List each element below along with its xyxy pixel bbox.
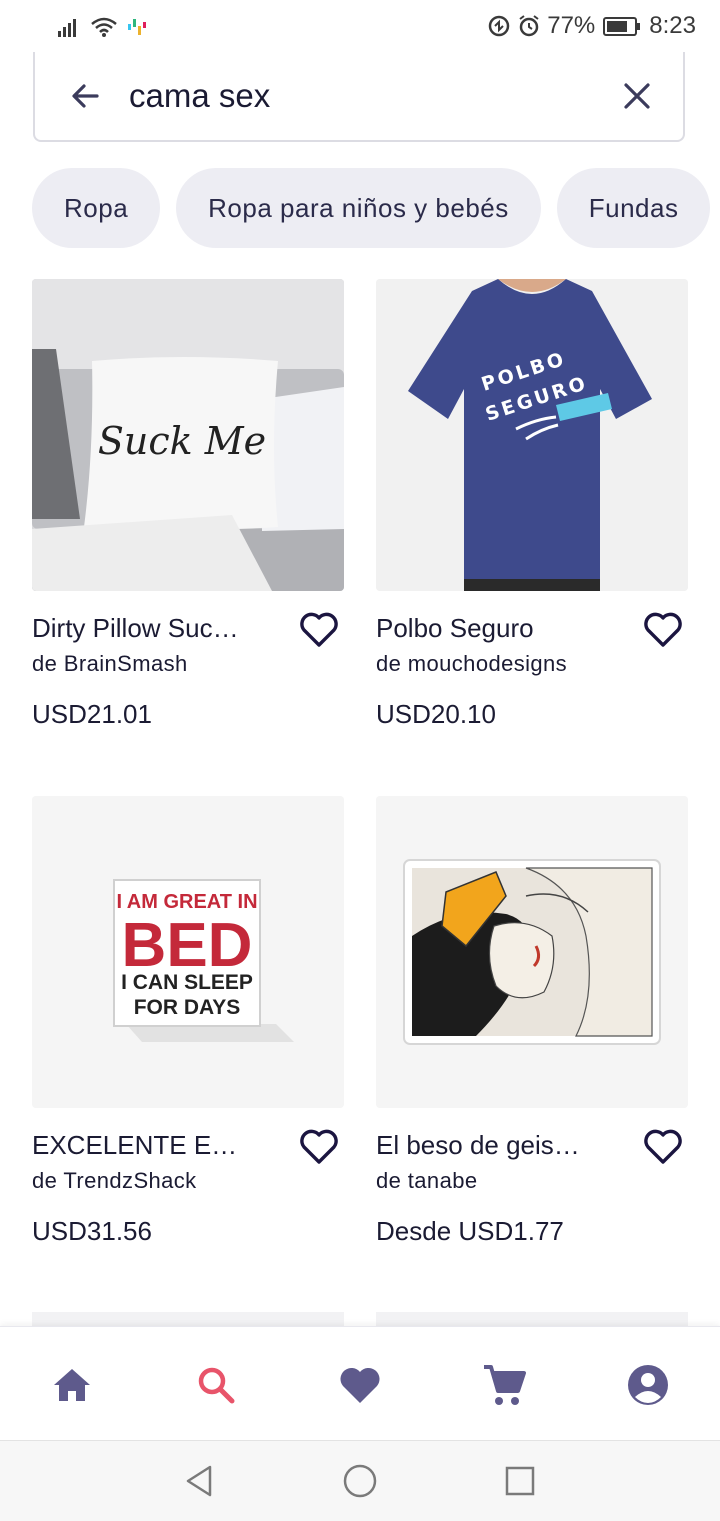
alarm-icon bbox=[519, 15, 539, 37]
tshirt-photo: POLBO SEGURO bbox=[376, 279, 688, 591]
product-artist[interactable]: de BrainSmash bbox=[32, 651, 188, 677]
wifi-icon bbox=[91, 17, 117, 37]
search-bar bbox=[33, 52, 685, 142]
system-back-icon[interactable] bbox=[180, 1461, 220, 1501]
product-price: USD31.56 bbox=[32, 1216, 152, 1246]
battery-percent: 77% bbox=[547, 12, 596, 39]
bottom-navigation bbox=[0, 1326, 720, 1441]
product-title[interactable]: Dirty Pillow Suc… bbox=[32, 613, 272, 644]
product-card[interactable]: I AM GREAT IN BED I CAN SLEEP FOR DAYS E… bbox=[32, 796, 344, 1246]
signal-icon bbox=[58, 19, 76, 37]
product-image-pillow[interactable]: Suck Me bbox=[32, 279, 344, 591]
block-print-line3: I CAN SLEEP bbox=[121, 971, 253, 994]
product-artist[interactable]: de tanabe bbox=[376, 1168, 477, 1194]
acrylic-block-photo: I AM GREAT IN BED I CAN SLEEP FOR DAYS bbox=[32, 796, 344, 1108]
product-image-tshirt[interactable]: POLBO SEGURO bbox=[376, 279, 688, 591]
clock: 8:23 bbox=[649, 12, 696, 39]
product-title[interactable]: EXCELENTE E… bbox=[32, 1130, 272, 1161]
product-price: Desde USD1.77 bbox=[376, 1216, 564, 1246]
product-price: USD20.10 bbox=[376, 699, 496, 729]
block-print-line1: I AM GREAT IN bbox=[116, 891, 257, 913]
favorite-heart-icon[interactable] bbox=[642, 1126, 684, 1168]
product-artist[interactable]: de TrendzShack bbox=[32, 1168, 197, 1194]
battery-icon bbox=[603, 16, 641, 36]
sticker-artwork bbox=[376, 796, 688, 1108]
favorite-heart-icon[interactable] bbox=[298, 1126, 340, 1168]
system-home-icon[interactable] bbox=[340, 1461, 380, 1501]
product-card[interactable]: El beso de geis… de tanabe Desde USD1.77 bbox=[376, 796, 688, 1246]
next-product-peek bbox=[32, 1312, 344, 1326]
product-card[interactable]: Suck Me Dirty Pillow Suc… de BrainSmash … bbox=[32, 279, 344, 729]
heart-icon[interactable] bbox=[336, 1361, 384, 1409]
next-product-peek bbox=[376, 1312, 688, 1326]
search-input[interactable] bbox=[129, 74, 599, 118]
product-title[interactable]: El beso de geis… bbox=[376, 1130, 616, 1161]
product-card[interactable]: POLBO SEGURO Polbo Seguro de mouchodesig… bbox=[376, 279, 688, 729]
app-notification-icon bbox=[128, 19, 146, 35]
search-icon[interactable] bbox=[192, 1361, 240, 1409]
home-icon[interactable] bbox=[48, 1361, 96, 1409]
chip-ropa[interactable]: Ropa bbox=[32, 168, 161, 248]
favorite-heart-icon[interactable] bbox=[642, 609, 684, 651]
status-bar: 77% 8:23 bbox=[0, 0, 720, 56]
block-print-line2: BED bbox=[122, 911, 253, 980]
block-print-line4: FOR DAYS bbox=[134, 996, 241, 1019]
system-recents-icon[interactable] bbox=[500, 1461, 540, 1501]
product-artist[interactable]: de mouchodesigns bbox=[376, 651, 567, 677]
favorite-heart-icon[interactable] bbox=[298, 609, 340, 651]
pillow-print-text: Suck Me bbox=[98, 419, 266, 463]
product-price: USD21.01 bbox=[32, 699, 152, 729]
chip-ropa-ninos-bebes[interactable]: Ropa para niños y bebés bbox=[176, 168, 541, 248]
cart-icon[interactable] bbox=[480, 1361, 528, 1409]
product-image-acrylic-block[interactable]: I AM GREAT IN BED I CAN SLEEP FOR DAYS bbox=[32, 796, 344, 1108]
clear-search-icon[interactable] bbox=[621, 80, 653, 112]
category-chips: Ropa Ropa para niños y bebés Fundas bbox=[32, 168, 720, 248]
back-arrow-icon[interactable] bbox=[67, 78, 103, 114]
chip-fundas[interactable]: Fundas bbox=[556, 168, 711, 248]
pillow-photo: Suck Me bbox=[32, 279, 344, 591]
system-navigation-bar bbox=[0, 1440, 720, 1521]
account-icon[interactable] bbox=[624, 1361, 672, 1409]
product-title[interactable]: Polbo Seguro bbox=[376, 613, 616, 644]
product-image-sticker[interactable] bbox=[376, 796, 688, 1108]
data-saver-icon bbox=[488, 15, 510, 37]
